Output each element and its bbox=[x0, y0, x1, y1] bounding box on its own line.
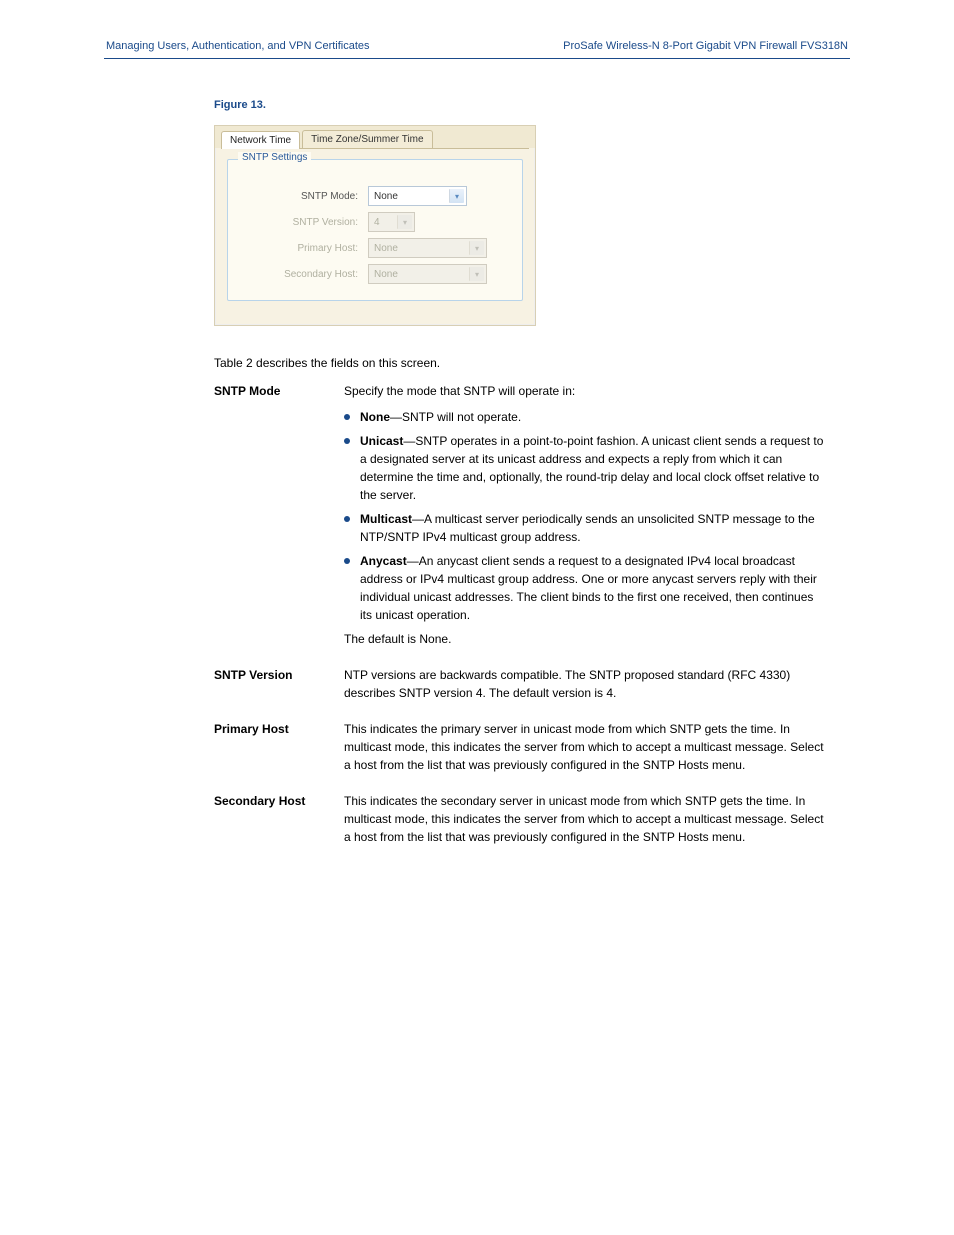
form-label: Primary Host: bbox=[238, 243, 368, 254]
field-row: SNTP VersionNTP versions are backwards c… bbox=[214, 666, 824, 710]
tab-time-zone-summer-time[interactable]: Time Zone/Summer Time bbox=[302, 130, 432, 148]
field-name: SNTP Mode bbox=[214, 382, 344, 656]
field-desc: NTP versions are backwards compatible. T… bbox=[344, 666, 824, 710]
option-item: Multicast—A multicast server periodicall… bbox=[344, 510, 824, 546]
field-name: Primary Host bbox=[214, 720, 344, 782]
form-label: SNTP Mode: bbox=[238, 191, 368, 202]
field-name: Secondary Host bbox=[214, 792, 344, 854]
field-desc: Specify the mode that SNTP will operate … bbox=[344, 382, 824, 656]
figure-caption: Figure 13. bbox=[214, 99, 850, 111]
sntp-settings-group: SNTP Settings SNTP Mode:None▾SNTP Versio… bbox=[227, 159, 523, 301]
option-item: Anycast—An anycast client sends a reques… bbox=[344, 552, 824, 624]
select-primary-host: None ▾ bbox=[368, 238, 487, 258]
chevron-down-icon: ▾ bbox=[469, 241, 484, 255]
field-name: SNTP Version bbox=[214, 666, 344, 710]
tabs-row: Network TimeTime Zone/Summer Time bbox=[215, 126, 535, 148]
tab-network-time[interactable]: Network Time bbox=[221, 131, 300, 149]
form-row: SNTP Version:4▾ bbox=[238, 212, 512, 232]
select-value: 4 bbox=[374, 217, 380, 228]
select-value: None bbox=[374, 191, 398, 202]
form-row: Primary Host: None ▾ bbox=[238, 238, 512, 258]
running-head-left: Managing Users, Authentication, and VPN … bbox=[106, 40, 370, 52]
header-rule bbox=[104, 58, 850, 59]
option-item: None—SNTP will not operate. bbox=[344, 408, 824, 426]
select-value: None bbox=[374, 269, 398, 280]
field-row: SNTP ModeSpecify the mode that SNTP will… bbox=[214, 382, 824, 656]
chevron-down-icon: ▾ bbox=[469, 267, 484, 281]
group-title: SNTP Settings bbox=[238, 152, 311, 163]
field-desc: This indicates the primary server in uni… bbox=[344, 720, 824, 782]
sntp-settings-screenshot: Network TimeTime Zone/Summer Time SNTP S… bbox=[214, 125, 536, 326]
field-row: Secondary HostThis indicates the seconda… bbox=[214, 792, 824, 854]
select-secondary-host: None ▾ bbox=[368, 264, 487, 284]
chevron-down-icon: ▾ bbox=[449, 189, 464, 203]
form-row: Secondary Host: None ▾ bbox=[238, 264, 512, 284]
form-label: SNTP Version: bbox=[238, 217, 368, 228]
select-value: None bbox=[374, 243, 398, 254]
field-table: SNTP ModeSpecify the mode that SNTP will… bbox=[214, 382, 824, 854]
field-desc: This indicates the secondary server in u… bbox=[344, 792, 824, 854]
intro-text: Table 2 describes the fields on this scr… bbox=[214, 356, 850, 370]
field-row: Primary HostThis indicates the primary s… bbox=[214, 720, 824, 782]
select-sntp-version: 4▾ bbox=[368, 212, 415, 232]
form-row: SNTP Mode: None ▾ bbox=[238, 186, 512, 206]
option-item: Unicast—SNTP operates in a point-to-poin… bbox=[344, 432, 824, 504]
form-label: Secondary Host: bbox=[238, 269, 368, 280]
running-head-right: ProSafe Wireless-N 8-Port Gigabit VPN Fi… bbox=[563, 40, 848, 52]
select-sntp-mode[interactable]: None ▾ bbox=[368, 186, 467, 206]
chevron-down-icon: ▾ bbox=[397, 215, 412, 229]
